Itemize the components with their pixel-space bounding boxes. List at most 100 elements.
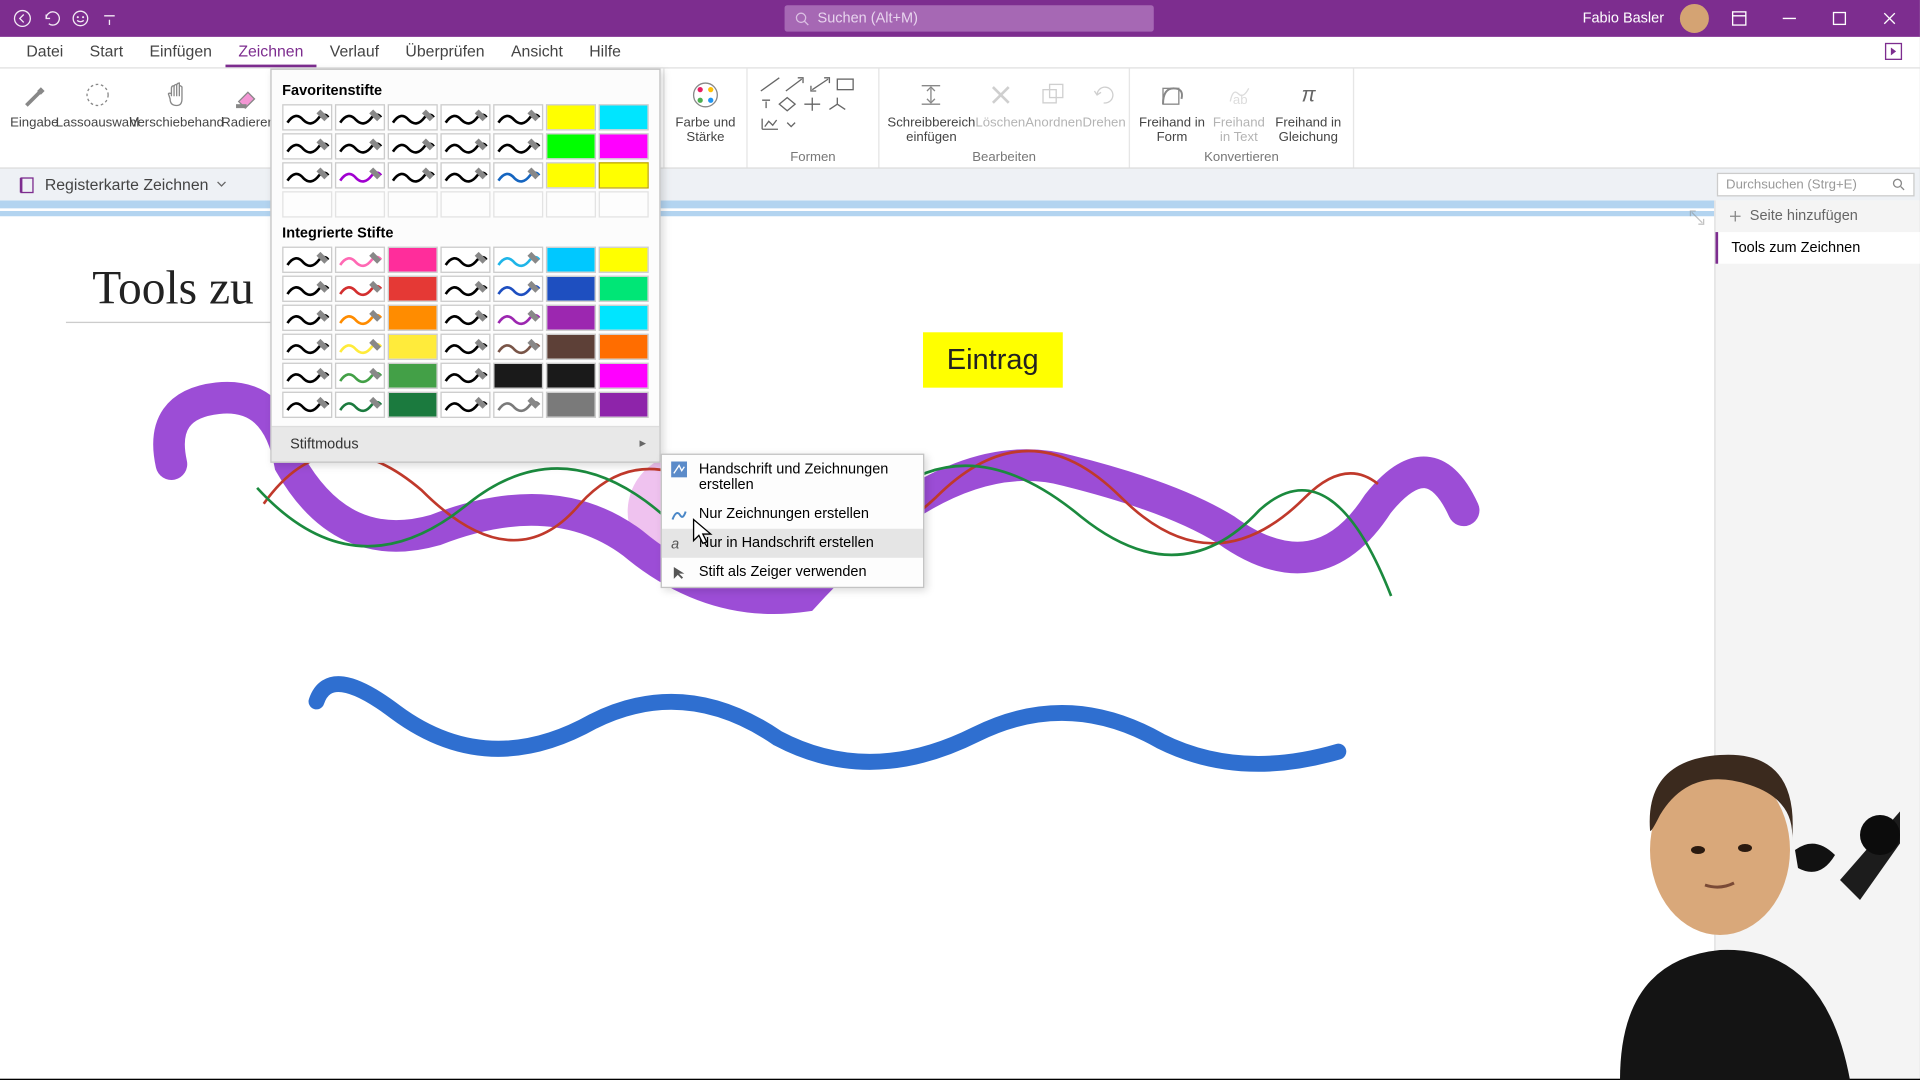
add-page-button[interactable]: Seite hinzufügen <box>1715 200 1919 232</box>
customize-qat-icon[interactable] <box>100 9 118 27</box>
pen-swatch[interactable] <box>440 191 490 217</box>
username[interactable]: Fabio Basler <box>1583 11 1664 27</box>
emoji-icon[interactable] <box>71 9 89 27</box>
radierer-button[interactable]: Radierer <box>219 74 274 131</box>
pen-swatch[interactable] <box>440 247 490 273</box>
pen-swatch[interactable] <box>599 276 649 302</box>
pen-swatch[interactable] <box>388 191 438 217</box>
submenu-stift-zeiger[interactable]: Stift als Zeiger verwenden <box>662 558 923 587</box>
minimize-icon[interactable] <box>1770 0 1810 37</box>
share-icon[interactable] <box>1883 41 1907 65</box>
pen-swatch[interactable] <box>388 276 438 302</box>
shape-diamond-icon[interactable] <box>775 95 799 113</box>
pen-swatch[interactable] <box>335 191 385 217</box>
pen-swatch[interactable] <box>282 334 332 360</box>
freihand-form-button[interactable]: Freihand in Form <box>1138 74 1206 145</box>
shape-double-arrow-icon[interactable] <box>808 75 832 93</box>
pen-swatch[interactable] <box>493 162 543 188</box>
notebook-tab[interactable]: Registerkarte Zeichnen <box>8 175 238 193</box>
back-icon[interactable] <box>13 9 31 27</box>
verschiebehand-button[interactable]: Verschiebehand <box>134 74 218 131</box>
tab-start[interactable]: Start <box>76 37 136 67</box>
lasso-button[interactable]: Lassoauswahl <box>61 74 135 131</box>
pen-swatch[interactable] <box>335 392 385 418</box>
pen-swatch[interactable] <box>335 334 385 360</box>
canvas[interactable]: Tools zu Eintrag <box>0 200 1714 1078</box>
pen-swatch[interactable] <box>546 276 596 302</box>
shape-rect-icon[interactable] <box>833 75 857 93</box>
pen-swatch[interactable] <box>493 392 543 418</box>
pen-swatch[interactable] <box>599 392 649 418</box>
pen-swatch[interactable] <box>599 334 649 360</box>
pen-swatch[interactable] <box>493 363 543 389</box>
shape-arrow-icon[interactable] <box>783 75 807 93</box>
pen-swatch[interactable] <box>335 133 385 159</box>
pen-swatch[interactable] <box>440 392 490 418</box>
close-icon[interactable] <box>1870 0 1910 37</box>
pen-swatch[interactable] <box>546 392 596 418</box>
stiftmodus-item[interactable]: Stiftmodus <box>272 426 660 462</box>
shape-line-icon[interactable] <box>758 75 782 93</box>
farbe-staerke-button[interactable]: Farbe und Stärke <box>672 74 738 145</box>
pen-swatch[interactable] <box>388 305 438 331</box>
tab-ueberpruefen[interactable]: Überprüfen <box>392 37 498 67</box>
pen-swatch[interactable] <box>440 334 490 360</box>
pen-swatch[interactable] <box>493 104 543 130</box>
pen-swatch[interactable] <box>546 363 596 389</box>
pen-swatch[interactable] <box>440 276 490 302</box>
pen-swatch[interactable] <box>282 276 332 302</box>
pen-swatch[interactable] <box>546 133 596 159</box>
pen-swatch[interactable] <box>546 334 596 360</box>
shape-axes-icon[interactable] <box>800 95 824 113</box>
eingabe-button[interactable]: Eingabe <box>8 74 61 131</box>
tab-ansicht[interactable]: Ansicht <box>498 37 576 67</box>
pen-swatch[interactable] <box>493 133 543 159</box>
maximize-icon[interactable] <box>1820 0 1860 37</box>
pen-swatch[interactable] <box>546 305 596 331</box>
submenu-handschrift-zeichnungen[interactable]: Handschrift und Zeichnungen erstellen <box>662 455 923 500</box>
ribbon-options-icon[interactable] <box>1719 0 1759 37</box>
shape-graph-icon[interactable] <box>758 115 782 133</box>
pen-swatch[interactable] <box>282 247 332 273</box>
avatar[interactable] <box>1680 4 1709 33</box>
pen-swatch[interactable] <box>599 162 649 188</box>
shapes-more-icon[interactable] <box>758 95 774 113</box>
pen-swatch[interactable] <box>335 305 385 331</box>
pen-swatch[interactable] <box>282 363 332 389</box>
pen-swatch[interactable] <box>335 276 385 302</box>
pen-swatch[interactable] <box>335 363 385 389</box>
pen-swatch[interactable] <box>440 363 490 389</box>
pen-swatch[interactable] <box>282 305 332 331</box>
pen-swatch[interactable] <box>388 162 438 188</box>
pen-swatch[interactable] <box>335 104 385 130</box>
schreibbereich-button[interactable]: Schreibbereich einfügen <box>887 74 975 145</box>
tab-zeichnen[interactable]: Zeichnen <box>225 37 316 67</box>
pen-swatch[interactable] <box>388 104 438 130</box>
pen-swatch[interactable] <box>546 191 596 217</box>
pen-swatch[interactable] <box>493 247 543 273</box>
tab-hilfe[interactable]: Hilfe <box>576 37 634 67</box>
tab-verlauf[interactable]: Verlauf <box>317 37 393 67</box>
pen-swatch[interactable] <box>493 191 543 217</box>
tab-einfuegen[interactable]: Einfügen <box>136 37 225 67</box>
pen-swatch[interactable] <box>335 162 385 188</box>
pen-swatch[interactable] <box>282 104 332 130</box>
undo-icon[interactable] <box>42 9 60 27</box>
pen-swatch[interactable] <box>599 191 649 217</box>
pen-swatch[interactable] <box>388 334 438 360</box>
pen-swatch[interactable] <box>546 162 596 188</box>
pen-swatch[interactable] <box>282 162 332 188</box>
page-item-current[interactable]: Tools zum Zeichnen <box>1715 232 1919 264</box>
pen-swatch[interactable] <box>599 104 649 130</box>
freihand-gleichung-button[interactable]: π Freihand in Gleichung <box>1272 74 1345 145</box>
pen-swatch[interactable] <box>493 276 543 302</box>
pen-swatch[interactable] <box>388 133 438 159</box>
pen-swatch[interactable] <box>493 334 543 360</box>
pen-swatch[interactable] <box>282 392 332 418</box>
pen-swatch[interactable] <box>282 133 332 159</box>
pen-swatch[interactable] <box>546 247 596 273</box>
pen-swatch[interactable] <box>440 162 490 188</box>
pen-swatch[interactable] <box>440 305 490 331</box>
pen-swatch[interactable] <box>388 392 438 418</box>
page-search[interactable]: Durchsuchen (Strg+E) <box>1717 173 1915 197</box>
